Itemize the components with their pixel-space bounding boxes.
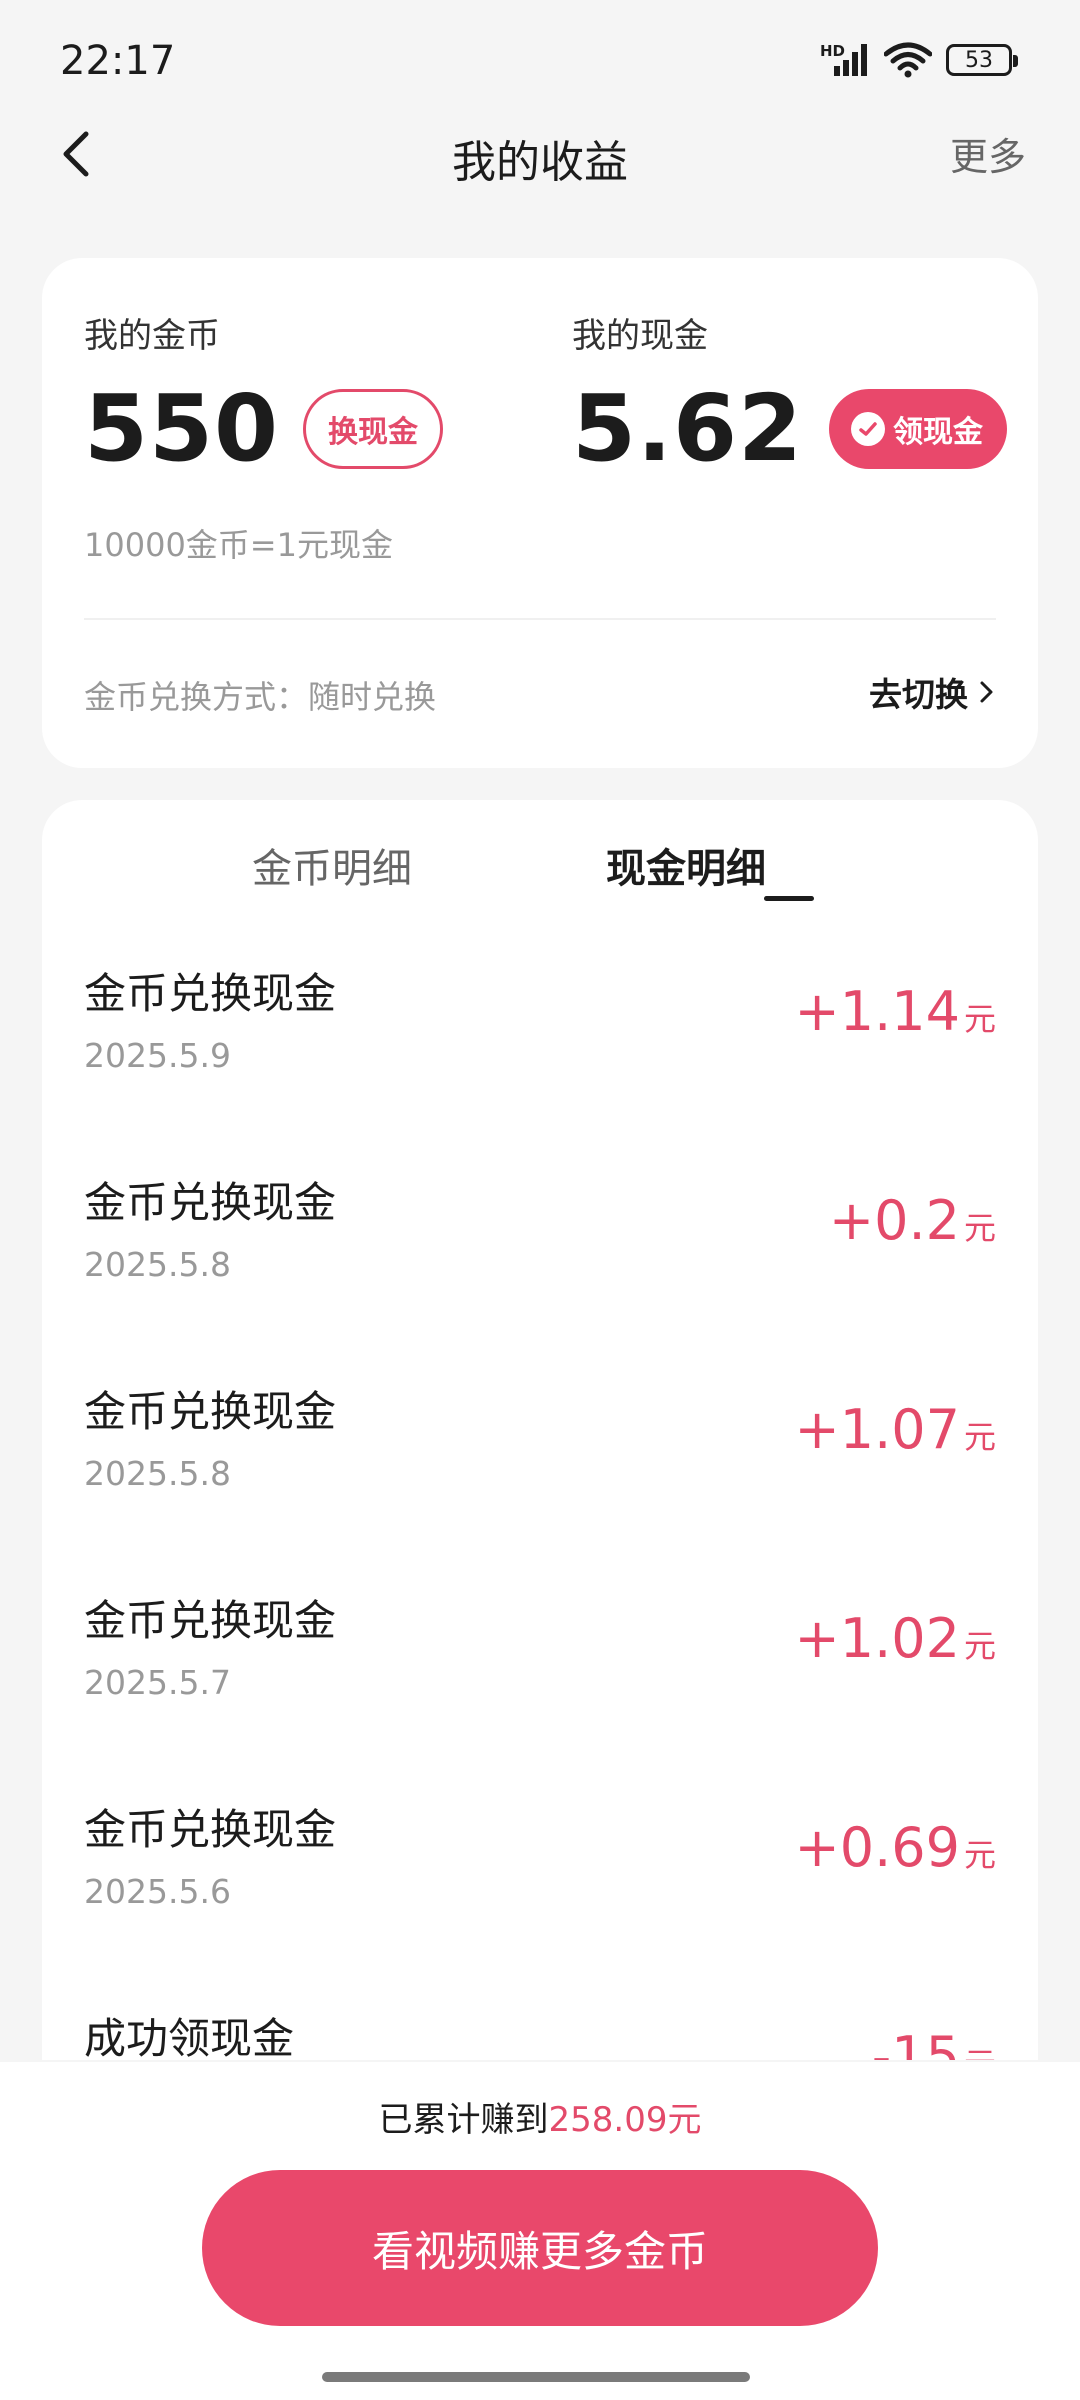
item-amount: -15 元 <box>872 2025 996 2060</box>
amount-value: +1.07 <box>794 1398 960 1461</box>
tabs: 金币明细 现金明细 <box>42 800 1038 920</box>
exchange-cash-button[interactable]: 换现金 <box>303 389 444 469</box>
amount-unit: 元 <box>963 1000 996 1038</box>
cash-value: 5.62 <box>572 375 803 482</box>
list-item[interactable]: 金币兑换现金 2025.5.7 +1.02 元 <box>42 1547 1038 1756</box>
withdraw-cash-button[interactable]: 领现金 <box>829 389 1007 469</box>
amount-unit: 元 <box>963 1418 996 1456</box>
total-amount: 258.09元 <box>548 2100 702 2140</box>
amount-value: +0.2 <box>828 1189 960 1252</box>
list-item[interactable]: 金币兑换现金 2025.5.6 +0.69 元 <box>42 1756 1038 1965</box>
tab-indicator <box>764 896 814 901</box>
item-title: 金币兑换现金 <box>84 1387 337 1436</box>
item-amount: +1.14 元 <box>795 980 997 1043</box>
nav-bar: 我的收益 更多 <box>0 120 1080 188</box>
home-indicator[interactable] <box>322 2372 750 2382</box>
page-title: 我的收益 <box>452 137 628 188</box>
wechat-icon <box>851 412 885 446</box>
amount-unit: 元 <box>964 2039 996 2060</box>
signal-icon: HD <box>820 42 870 78</box>
coins-label: 我的金币 <box>84 316 220 356</box>
item-amount: +0.2 元 <box>829 1189 996 1252</box>
divider <box>84 618 996 620</box>
cash-section: 我的现金 5.62 领现金 <box>572 308 1007 475</box>
exchange-mode: 金币兑换方式：随时兑换 <box>84 678 437 716</box>
list-item[interactable]: 金币兑换现金 2025.5.9 +1.14 元 <box>42 920 1038 1129</box>
status-time: 22:17 <box>60 38 176 84</box>
bottom-bar: 已累计赚到258.09元 看视频赚更多金币 <box>0 2062 1080 2400</box>
item-amount: +0.69 元 <box>795 1816 997 1879</box>
item-amount: +1.02 元 <box>795 1607 997 1670</box>
amount-unit: 元 <box>963 1836 996 1874</box>
list-item[interactable]: 金币兑换现金 2025.5.8 +1.07 元 <box>42 1338 1038 1547</box>
coins-value: 550 <box>84 375 280 482</box>
balance-card: 我的金币 550 换现金 我的现金 5.62 领现金 10000金币=1元现金 … <box>42 258 1038 768</box>
amount-unit: 元 <box>963 1209 996 1247</box>
amount-value: +0.69 <box>794 1816 960 1879</box>
coins-section: 我的金币 550 换现金 <box>84 308 444 482</box>
cash-label: 我的现金 <box>572 316 708 356</box>
item-title: 成功领现金 <box>84 2014 295 2060</box>
switch-mode-label: 去切换 <box>869 675 968 714</box>
item-date: 2025.5.6 <box>84 1872 231 1911</box>
amount-value: -15 <box>871 2025 960 2060</box>
item-date: 2025.5.8 <box>84 1245 231 1284</box>
status-bar: 22:17 HD 53 <box>0 0 1080 120</box>
item-title: 金币兑换现金 <box>84 1178 337 1227</box>
amount-value: +1.02 <box>794 1607 960 1670</box>
wifi-icon <box>884 42 932 78</box>
total-earned: 已累计赚到258.09元 <box>0 2092 1080 2141</box>
tab-coin-details[interactable]: 金币明细 <box>182 836 482 894</box>
exchange-rate: 10000金币=1元现金 <box>84 526 393 564</box>
chevron-right-icon <box>980 681 993 703</box>
list-item[interactable]: 成功领现金 -15 元 <box>42 1965 1038 2060</box>
hd-label: HD <box>820 42 846 60</box>
item-date: 2025.5.8 <box>84 1454 231 1493</box>
item-title: 金币兑换现金 <box>84 969 337 1018</box>
item-amount: +1.07 元 <box>795 1398 997 1461</box>
amount-value: +1.14 <box>794 980 960 1043</box>
total-prefix: 已累计赚到 <box>378 2100 549 2140</box>
records-card: 金币明细 现金明细 金币兑换现金 2025.5.9 +1.14 元 金币兑换现金… <box>42 800 1038 2060</box>
records-list: 金币兑换现金 2025.5.9 +1.14 元 金币兑换现金 2025.5.8 … <box>42 920 1038 2060</box>
withdraw-cash-label: 领现金 <box>893 415 983 450</box>
item-date: 2025.5.9 <box>84 1036 231 1075</box>
watch-video-button[interactable]: 看视频赚更多金币 <box>202 2170 878 2326</box>
amount-unit: 元 <box>963 1627 996 1665</box>
switch-mode-button[interactable]: 去切换 <box>869 668 996 716</box>
item-title: 金币兑换现金 <box>84 1596 337 1645</box>
item-title: 金币兑换现金 <box>84 1805 337 1854</box>
tab-cash-details[interactable]: 现金明细 <box>536 836 836 894</box>
battery-icon: 53 <box>946 44 1018 76</box>
status-icons: HD 53 <box>820 42 1018 78</box>
more-button[interactable]: 更多 <box>950 126 1026 181</box>
list-item[interactable]: 金币兑换现金 2025.5.8 +0.2 元 <box>42 1129 1038 1338</box>
item-date: 2025.5.7 <box>84 1663 231 1702</box>
